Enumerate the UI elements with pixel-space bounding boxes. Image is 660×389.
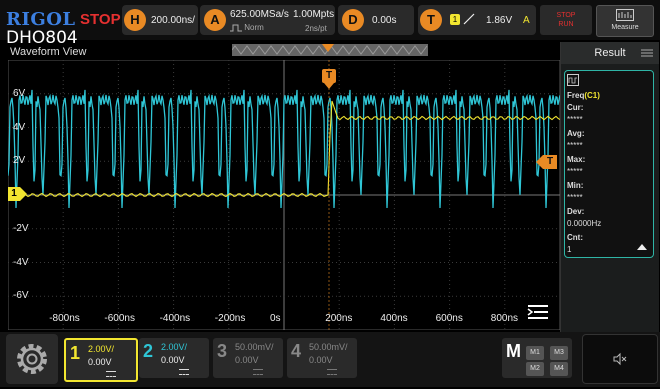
trigger-icon: T [420,9,442,31]
result-title: Result [594,47,626,59]
math-label: M [506,341,521,361]
result-value: ***** [567,115,583,124]
x-axis-label: 0s [270,313,281,324]
brand-logo: RIGOL [6,9,76,30]
acquire-icon: A [204,9,226,31]
math-m4-button[interactable]: M4 [550,362,568,376]
channel-offset: 0.00V [88,357,112,367]
channel-1-button[interactable]: 1 2.00V/0.00V [64,338,138,382]
channel-number: 1 [70,343,81,363]
channel-offset: 0.00V [235,355,259,365]
math-m3-button[interactable]: M3 [550,346,568,360]
pulse-icon [230,24,242,32]
menu-icon[interactable] [526,303,550,321]
channel-coupling-icon [106,371,116,377]
channel-coupling-icon [179,369,189,375]
measure-icon [616,9,634,21]
result-label: Max: [567,155,586,164]
x-axis-label: 200ns [325,313,353,324]
result-label: Cur: [567,103,584,112]
run-state-indicator[interactable]: STOP [80,11,121,28]
math-m1-button[interactable]: M1 [526,346,544,360]
x-axis-label: 600ns [435,313,463,324]
result-value: 0.0000Hz [567,219,602,228]
channel-3-button[interactable]: 3 50.00mV/0.00V [213,338,283,378]
delay-value: 0.00s [372,15,397,26]
trigger-top-marker[interactable]: T [322,69,336,83]
collapse-arrow-icon[interactable] [637,244,647,250]
x-axis-label: -800ns [49,313,80,324]
memory-depth: 1.00Mpts [293,9,335,20]
y-axis-label: -6V [13,290,29,302]
result-panel-header[interactable]: Result [561,42,659,64]
result-value: ***** [567,167,583,176]
x-axis-label: 400ns [380,313,408,324]
trigger-source-badge: 1 [450,14,460,25]
measure-button[interactable]: Measure [596,5,654,37]
result-label: Min: [567,181,584,190]
acquire-mode-group: Norm [230,23,264,32]
channel-number: 3 [217,341,228,361]
x-axis-label: 800ns [490,313,519,324]
stop-run-label: STOP RUN [556,12,576,28]
horizontal-scale-value: 200.00ns/ [151,15,195,26]
gear-icon [17,344,47,374]
measurement-name: Freq(C1) [567,91,600,100]
channel-1-ref-marker[interactable]: 1 [8,187,28,201]
y-axis-label: 2V [13,155,26,167]
x-axis-label: -200ns [214,313,246,324]
waveform-view-title: Waveform View [10,46,87,58]
trigger-marker-tip [324,83,334,89]
result-value: ***** [567,141,583,150]
panel-menu-icon [641,49,653,57]
stop-run-button[interactable]: STOP RUN [540,5,592,35]
channel-number: 2 [143,341,154,361]
y-axis-label: -4V [13,256,29,268]
channel-4-button[interactable]: 4 50.00mV/0.00V [287,338,357,378]
speaker-mute-icon [613,352,627,366]
trigger-coupling: A [523,15,530,26]
measurement-icon [567,74,579,86]
y-axis-label: -2V [13,222,29,234]
result-label: Avg: [567,129,585,138]
channel-coupling-icon [327,369,337,375]
y-axis-label: 4V [13,121,26,133]
result-panel: Result Freq(C1) Cur: ***** Avg: ***** Max: **… [560,42,659,332]
result-label: Cnt: [567,233,583,242]
channel-scale: 2.00V/ [88,344,115,354]
channel-scale: 50.00mV/ [309,342,348,352]
home-button[interactable] [6,334,58,384]
channel-coupling-icon [253,369,263,375]
model-name: DHO804 [6,28,78,48]
trigger-level: 1.86V [486,15,513,26]
result-value: 1 [567,245,572,254]
horizontal-icon: H [124,9,146,31]
measure-label: Measure [611,24,639,31]
rising-edge-icon [463,13,475,25]
channel-offset: 0.00V [309,355,333,365]
math-m2-button[interactable]: M2 [526,362,544,376]
result-value: ***** [567,193,583,202]
x-axis-label: -400ns [159,313,191,324]
waveform-graticule[interactable] [8,60,560,330]
channel-2-button[interactable]: 2 2.00V/0.00V [139,338,209,378]
acquire-mode: Norm [244,23,264,32]
sound-button[interactable] [582,334,658,384]
trigger-level-marker[interactable]: T [536,155,558,169]
channel-scale: 2.00V/ [161,342,188,352]
channel-scale: 50.00mV/ [235,342,274,352]
delay-icon: D [342,9,364,31]
y-axis-label: 6V [13,87,26,99]
channel-number: 4 [291,341,302,361]
time-per-point: 2ns/pt [305,24,327,33]
trigger-position-arrow [322,44,334,52]
result-label: Dev: [567,207,585,216]
sample-rate: 625.00MSa/s [230,9,289,20]
channel-offset: 0.00V [161,355,185,365]
x-axis-label: -600ns [104,313,135,324]
